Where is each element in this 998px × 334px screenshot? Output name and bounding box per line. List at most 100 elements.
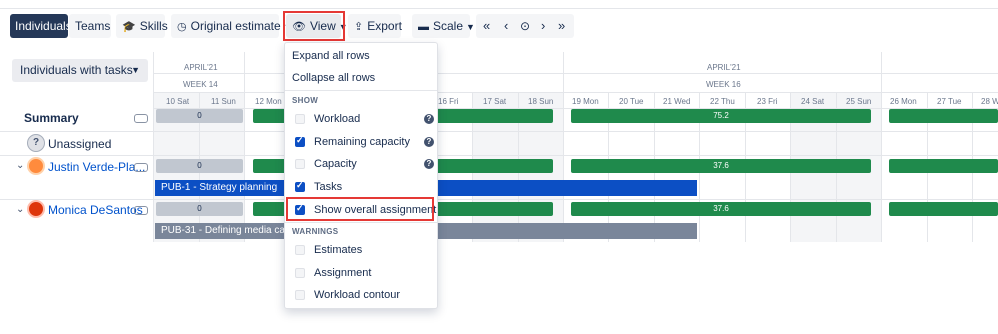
day-label: 25 Sun [846,97,872,106]
day-label: 19 Mon [572,97,599,106]
day-label: 22 Thu [710,97,735,106]
summary-weekend-bar[interactable]: 0 [156,109,243,123]
filter-label: Individuals with tasks [20,63,133,77]
summary-label: Summary [24,111,79,125]
show-section-header: SHOW [292,96,319,105]
grid-line [881,52,882,242]
ruler-icon: ▬ [418,21,429,33]
month-label: APRIL'21 [184,63,218,72]
grid-line [563,52,564,242]
day-label: 23 Fri [757,97,778,106]
grid-line [0,199,153,200]
expand-all-rows-item[interactable]: Expand all rows [292,50,370,62]
chevron-down-icon: ▼ [131,65,140,75]
grid-line [153,131,998,132]
skills-label: Skills [139,19,168,33]
day-label: 28 W [981,97,998,106]
monica-toggle[interactable] [134,206,148,215]
individuals-tab[interactable]: Individuals [10,14,72,38]
workload-checkbox[interactable] [295,114,305,124]
day-label: 12 Mon [255,97,282,106]
tasks-checkbox[interactable] [295,180,305,192]
monica-week16-bar[interactable]: 37.6 [571,202,871,216]
grid-line [0,155,153,156]
week-label: WEEK 16 [706,80,741,89]
warnings-section-header: WARNINGS [292,227,339,236]
grid-line [153,92,998,93]
workload-contour-checkbox[interactable] [295,290,305,300]
summary-week16-bar[interactable]: 75.2 [571,109,871,123]
monica-avatar-icon [27,200,45,218]
expand-chevron-icon[interactable]: ⌄ [16,204,24,215]
day-label: 18 Sun [528,97,554,106]
export-icon: ⇪ [354,21,364,33]
grid-line [153,199,998,200]
week-label: WEEK 14 [183,80,218,89]
clock-icon: ◷ [177,21,187,33]
top-border [0,0,998,9]
justin-toggle[interactable] [134,163,148,172]
chevron-down-icon: ▼ [466,22,475,32]
view-highlight-box [283,11,345,41]
grid-line [0,131,153,132]
graduation-cap-icon: 🎓 [122,21,136,33]
justin-name-link[interactable]: Justin Verde-Pla... [48,160,145,174]
individuals-filter-dropdown[interactable]: Individuals with tasks ▼ [12,59,148,82]
scale-dropdown[interactable]: ▬ Scale ▼ [412,14,475,38]
chevron-left-icon[interactable]: ‹ [504,14,508,38]
workload-contour-label[interactable]: Workload contour [314,289,400,301]
target-icon[interactable]: ⊙ [520,14,530,38]
day-label: 26 Mon [890,97,917,106]
estimates-label[interactable]: Estimates [314,244,362,256]
justin-weekend-bar[interactable]: 0 [156,159,243,173]
question-icon[interactable]: ? [424,159,434,169]
original-estimate-label: Original estimate [190,19,281,33]
month-label: APRIL'21 [707,63,741,72]
day-label: 20 Tue [619,97,644,106]
day-label: 10 Sat [166,97,190,106]
day-label: 16 Fri [438,97,459,106]
export-label: Export [367,19,402,33]
justin-week17-bar[interactable] [889,159,998,173]
unassigned-label: Unassigned [48,137,112,151]
individuals-label: Individuals [15,19,72,33]
export-button[interactable]: ⇪ Export [348,14,402,38]
summary-toggle[interactable] [134,114,148,123]
collapse-all-rows-item[interactable]: Collapse all rows [292,72,375,84]
teams-tab[interactable]: Teams [69,14,111,38]
grid-line [153,155,998,156]
estimates-checkbox[interactable] [295,245,305,255]
workload-label[interactable]: Workload [314,113,360,125]
expand-chevron-icon[interactable]: ⌄ [16,160,24,171]
justin-avatar-icon [27,157,45,175]
double-chevron-left-icon[interactable]: « [483,14,490,38]
capacity-label[interactable]: Capacity [314,158,357,170]
day-label: 24 Sat [801,97,825,106]
assignment-checkbox[interactable] [295,268,305,278]
grid-line [153,73,998,74]
chevron-right-icon[interactable]: › [541,14,545,38]
view-dropdown-menu: Expand all rows Collapse all rows SHOW W… [284,42,438,309]
skills-tab[interactable]: 🎓 Skills [116,14,168,38]
assignment-label[interactable]: Assignment [314,267,371,279]
monica-name-link[interactable]: Monica DeSantos [48,203,143,217]
monica-weekend-bar[interactable]: 0 [156,202,243,216]
grid-line [244,52,245,242]
tasks-label[interactable]: Tasks [314,181,342,193]
remaining-capacity-checkbox[interactable] [295,135,305,147]
overall-assignment-highlight-box [286,197,434,221]
question-icon[interactable]: ? [424,137,434,147]
teams-label: Teams [75,19,111,33]
remaining-capacity-label[interactable]: Remaining capacity [314,136,410,148]
day-label: 11 Sun [211,97,236,106]
day-label: 21 Wed [663,97,691,106]
justin-week16-bar[interactable]: 37.6 [571,159,871,173]
menu-divider [285,90,437,91]
question-icon[interactable]: ? [424,114,434,124]
timeline-nav-group: « ‹ ⊙ › » [476,14,574,38]
original-estimate-dropdown[interactable]: ◷Original estimate▼ [171,14,293,38]
monica-week17-bar[interactable] [889,202,998,216]
summary-week17-bar[interactable] [889,109,998,123]
double-chevron-right-icon[interactable]: » [558,14,565,38]
capacity-checkbox[interactable] [295,159,305,169]
